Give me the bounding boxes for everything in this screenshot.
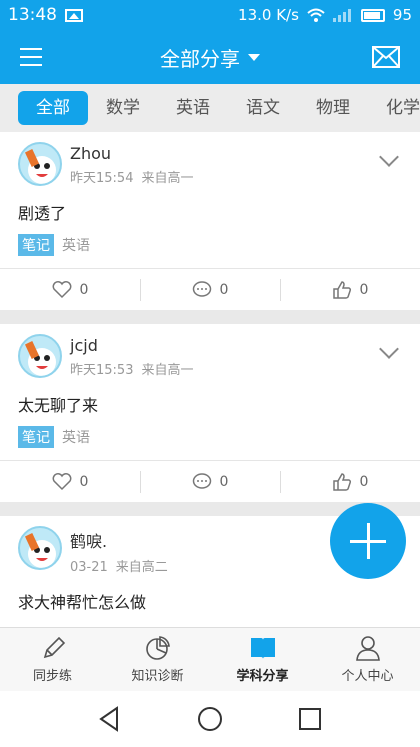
nav-label: 学科分享 (236, 669, 289, 684)
tab-physics[interactable]: 物理 (298, 91, 368, 125)
comment-button[interactable]: 0 (140, 461, 280, 502)
comment-count: 0 (219, 473, 229, 490)
thumbs-up-button[interactable]: 0 (280, 269, 420, 310)
mail-icon[interactable] (372, 46, 400, 68)
image-icon (65, 8, 83, 22)
comment-count: 0 (219, 281, 229, 298)
status-bar: 13:48 13.0 K/s 95 (0, 0, 420, 30)
comment-icon (192, 472, 211, 489)
post-content: 求大神帮忙怎么做 (18, 593, 147, 612)
post-time: 昨天15:54 (70, 171, 134, 186)
header: 13:48 13.0 K/s 95 全部分享 (0, 0, 420, 84)
page-title: 全部分享 (160, 46, 240, 71)
avatar[interactable] (18, 142, 62, 186)
thumbs-up-icon (332, 280, 351, 299)
battery-icon (360, 8, 385, 22)
comment-button[interactable]: 0 (140, 269, 280, 310)
status-time: 13:48 (8, 5, 57, 25)
network-speed: 13.0 K/s (238, 6, 299, 24)
post-actions: 0 0 0 (0, 268, 420, 310)
nav-profile[interactable]: 个人中心 (315, 628, 420, 691)
like-button[interactable]: 0 (0, 269, 140, 310)
title-dropdown[interactable]: 全部分享 (160, 43, 260, 72)
comment-icon (192, 280, 211, 297)
book-icon (250, 638, 275, 659)
like-button[interactable]: 0 (0, 461, 140, 502)
post-actions: 0 0 0 (0, 460, 420, 502)
nav-label: 知识诊断 (131, 669, 184, 684)
nav-label: 个人中心 (341, 669, 394, 684)
person-icon (355, 636, 380, 661)
tab-english[interactable]: 英语 (158, 91, 228, 125)
heart-icon (52, 280, 71, 298)
post-tag: 笔记 (18, 234, 54, 256)
thumbs-up-count: 0 (359, 473, 369, 490)
battery-level: 95 (392, 6, 412, 24)
wifi-icon (307, 8, 325, 22)
subject-tabs: 全部 数学 英语 语文 物理 化学 (0, 84, 420, 132)
add-post-button[interactable] (330, 503, 406, 579)
post-content: 剧透了 (18, 204, 67, 223)
post-card[interactable]: Zhou 昨天15:54 来自高一 剧透了 笔记 英语 0 0 0 (0, 132, 420, 310)
post-meta: 昨天15:54 来自高一 (70, 167, 402, 186)
home-icon[interactable] (195, 704, 225, 734)
post-tag: 笔记 (18, 426, 54, 448)
thumbs-up-icon (332, 472, 351, 491)
post-subject: 英语 (62, 238, 90, 254)
pencil-icon (43, 636, 65, 659)
tab-chemistry[interactable]: 化学 (368, 91, 420, 125)
post-author[interactable]: jcjd (70, 334, 402, 355)
post-content: 太无聊了来 (18, 396, 99, 415)
app-bar: 全部分享 (0, 30, 420, 84)
signal-icon (332, 8, 353, 22)
avatar[interactable] (18, 334, 62, 378)
bottom-nav: 同步练 知识诊断 学科分享 个人中心 (0, 627, 420, 691)
post-source: 来自高二 (115, 560, 168, 575)
recents-icon[interactable] (295, 704, 325, 734)
nav-label: 同步练 (32, 669, 72, 684)
post-author[interactable]: Zhou (70, 142, 402, 163)
menu-icon[interactable] (20, 48, 42, 66)
tab-chinese[interactable]: 语文 (228, 91, 298, 125)
tab-math[interactable]: 数学 (88, 91, 158, 125)
like-count: 0 (79, 473, 89, 490)
nav-diagnosis[interactable]: 知识诊断 (105, 628, 210, 691)
post-time: 03-21 (70, 560, 108, 575)
nav-subject-share[interactable]: 学科分享 (210, 628, 315, 691)
caret-down-icon (248, 53, 260, 61)
post-meta: 昨天15:53 来自高一 (70, 359, 402, 378)
like-count: 0 (79, 281, 89, 298)
tab-all[interactable]: 全部 (18, 91, 88, 125)
post-source: 来自高一 (141, 171, 194, 186)
avatar[interactable] (18, 526, 62, 570)
nav-sync-practice[interactable]: 同步练 (0, 628, 105, 691)
thumbs-up-count: 0 (359, 281, 369, 298)
thumbs-up-button[interactable]: 0 (280, 461, 420, 502)
system-nav-bar (0, 691, 420, 747)
post-time: 昨天15:53 (70, 363, 134, 378)
heart-icon (52, 472, 71, 490)
pie-chart-icon (145, 636, 170, 660)
post-card[interactable]: jcjd 昨天15:53 来自高一 太无聊了来 笔记 英语 0 0 0 (0, 324, 420, 502)
back-icon[interactable] (95, 704, 125, 734)
post-source: 来自高一 (141, 363, 194, 378)
post-subject: 英语 (62, 430, 90, 446)
